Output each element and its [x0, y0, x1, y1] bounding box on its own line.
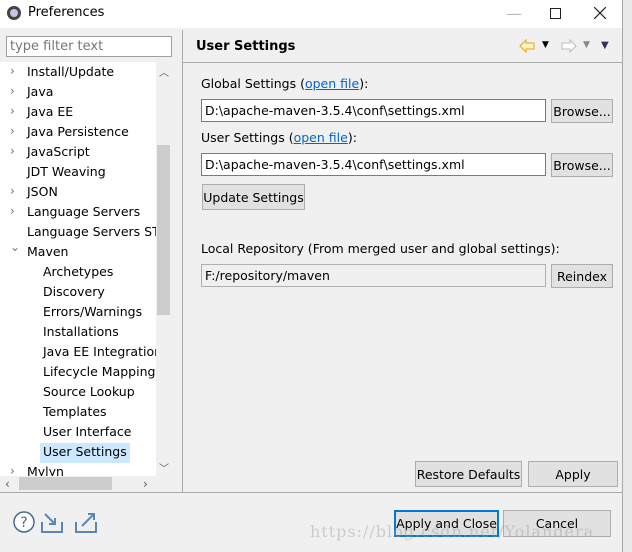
collapsed-chevron-icon[interactable]: ›: [10, 144, 15, 158]
help-icon[interactable]: ?: [12, 510, 36, 534]
collapsed-chevron-icon[interactable]: ›: [10, 104, 15, 118]
collapsed-chevron-icon[interactable]: ›: [10, 184, 15, 198]
view-menu-icon[interactable]: ▼: [601, 40, 609, 51]
tree-item[interactable]: Mylyn: [27, 463, 64, 476]
footer-separator: [0, 492, 622, 493]
scroll-down-icon[interactable]: ﹀: [159, 460, 169, 475]
collapsed-chevron-icon[interactable]: ›: [10, 64, 15, 78]
collapsed-chevron-icon[interactable]: ›: [10, 204, 15, 218]
preference-tree[interactable]: › Install/Update › Java › Java EE › Java Persis…: [0, 62, 156, 476]
tree-item[interactable]: Java Persistence: [27, 123, 129, 143]
tree-item[interactable]: Templates: [43, 403, 107, 423]
local-repository-input: F:/repository/maven: [201, 264, 546, 287]
back-arrow-icon[interactable]: [519, 39, 535, 53]
close-button[interactable]: [580, 0, 620, 26]
global-settings-input[interactable]: D:\apache-maven-3.5.4\conf\settings.xml: [201, 99, 546, 122]
window-title: Preferences: [28, 5, 105, 20]
user-settings-input[interactable]: D:\apache-maven-3.5.4\conf\settings.xml: [201, 153, 546, 176]
close-icon: [594, 7, 606, 19]
global-settings-label-text: Global Settings (: [201, 76, 305, 91]
sash-divider[interactable]: [182, 30, 183, 492]
local-repository-label: Local Repository (From merged user and g…: [201, 241, 560, 256]
tree-item[interactable]: User Interface: [43, 423, 131, 443]
maximize-icon: [549, 7, 561, 19]
apply-button[interactable]: Apply: [528, 461, 618, 487]
filter-input[interactable]: [6, 36, 172, 57]
tree-horizontal-scroll-thumb[interactable]: [19, 477, 112, 490]
tree-item[interactable]: Language Servers: [27, 203, 140, 223]
tree-item[interactable]: Lifecycle Mappings: [43, 363, 156, 383]
collapsed-chevron-icon[interactable]: ›: [10, 84, 15, 98]
back-history-dropdown-icon[interactable]: ▼: [542, 40, 549, 50]
user-settings-label-suffix: ):: [347, 130, 357, 145]
tree-item[interactable]: Install/Update: [27, 63, 114, 83]
export-icon[interactable]: [74, 510, 98, 534]
header-separator: [183, 62, 622, 63]
restore-defaults-button[interactable]: Restore Defaults: [415, 461, 522, 487]
global-settings-label: Global Settings (open file):: [201, 76, 368, 91]
tree-item[interactable]: Installations: [43, 323, 119, 343]
apply-and-close-button[interactable]: Apply and Close: [394, 510, 499, 537]
page-title: User Settings: [196, 39, 296, 54]
tree-vertical-scroll-thumb[interactable]: [157, 145, 170, 315]
expanded-chevron-icon[interactable]: ⌄: [10, 240, 20, 254]
collapsed-chevron-icon[interactable]: ›: [10, 464, 15, 476]
scroll-right-icon[interactable]: ›: [143, 477, 148, 491]
tree-item[interactable]: Discovery: [43, 283, 105, 303]
tree-item[interactable]: Errors/Warnings: [43, 303, 142, 323]
user-settings-label-text: User Settings (: [201, 130, 294, 145]
cancel-button[interactable]: Cancel: [503, 510, 611, 537]
tree-item[interactable]: Archetypes: [43, 263, 113, 283]
tree-item[interactable]: JavaScript: [27, 143, 90, 163]
global-settings-label-suffix: ):: [359, 76, 369, 91]
user-browse-button[interactable]: Browse...: [551, 153, 613, 177]
collapsed-chevron-icon[interactable]: ›: [10, 124, 15, 138]
tree-item[interactable]: JSON: [27, 183, 58, 203]
tree-item[interactable]: Language Servers STS: [27, 223, 156, 243]
forward-arrow-icon[interactable]: [561, 39, 577, 53]
background-window-edge: [622, 0, 632, 552]
global-browse-button[interactable]: Browse...: [551, 99, 613, 123]
scroll-up-icon[interactable]: ︿: [159, 64, 169, 79]
tree-item[interactable]: Maven: [27, 243, 68, 263]
tree-item[interactable]: Java EE Integration: [43, 343, 156, 363]
minimize-button[interactable]: —: [494, 0, 534, 26]
tree-item[interactable]: Java EE: [27, 103, 73, 123]
forward-history-dropdown-icon[interactable]: ▼: [583, 40, 590, 50]
tree-item[interactable]: JDT Weaving: [27, 163, 106, 183]
tree-item[interactable]: Java: [27, 83, 53, 103]
reindex-button[interactable]: Reindex: [551, 264, 613, 288]
maximize-button[interactable]: [535, 0, 575, 26]
eclipse-gear-icon: [7, 6, 21, 20]
global-open-file-link[interactable]: open file: [305, 76, 359, 91]
tree-item[interactable]: User Settings: [40, 443, 130, 463]
scroll-left-icon[interactable]: ‹: [5, 477, 10, 491]
user-settings-label: User Settings (open file):: [201, 130, 357, 145]
user-open-file-link[interactable]: open file: [294, 130, 348, 145]
title-bar: Preferences —: [0, 0, 622, 28]
svg-text:?: ?: [20, 515, 27, 531]
import-icon[interactable]: [40, 510, 64, 534]
update-settings-button[interactable]: Update Settings: [202, 184, 305, 210]
tree-item[interactable]: Source Lookup: [43, 383, 135, 403]
